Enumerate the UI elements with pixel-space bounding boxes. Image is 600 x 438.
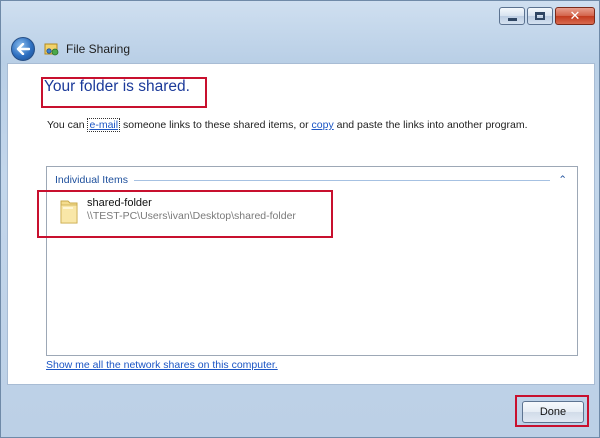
group-header[interactable]: Individual Items ⌃ <box>55 173 567 187</box>
description-text: You can e-mail someone links to these sh… <box>47 118 528 132</box>
minimize-button[interactable] <box>499 7 525 25</box>
back-button[interactable] <box>11 37 35 61</box>
maximize-icon <box>535 12 545 20</box>
close-icon: ✕ <box>569 8 581 24</box>
file-sharing-icon <box>44 43 59 56</box>
close-button[interactable]: ✕ <box>555 7 595 25</box>
group-header-label: Individual Items <box>55 174 128 186</box>
highlight-box-done <box>515 395 589 427</box>
back-arrow-icon <box>16 43 30 55</box>
chevron-up-icon[interactable]: ⌃ <box>558 175 567 186</box>
dialog-header: File Sharing <box>7 35 595 63</box>
copy-link[interactable]: copy <box>312 119 334 131</box>
description-middle: someone links to these shared items, or <box>120 119 312 131</box>
minimize-icon <box>507 17 517 21</box>
highlight-box-item <box>37 190 333 238</box>
highlight-box-headline <box>41 77 207 108</box>
caption-buttons: ✕ <box>499 7 595 27</box>
description-prefix: You can <box>47 119 88 131</box>
email-link[interactable]: e-mail <box>87 118 121 132</box>
title-bar[interactable]: ✕ <box>1 1 600 35</box>
group-divider <box>133 179 551 181</box>
window-frame: ✕ File Sharing Your folder is shared. Yo… <box>0 0 600 438</box>
dialog-title: File Sharing <box>66 42 131 56</box>
network-shares-link[interactable]: Show me all the network shares on this c… <box>46 359 278 371</box>
maximize-button[interactable] <box>527 7 553 25</box>
description-suffix: and paste the links into another program… <box>333 119 528 131</box>
